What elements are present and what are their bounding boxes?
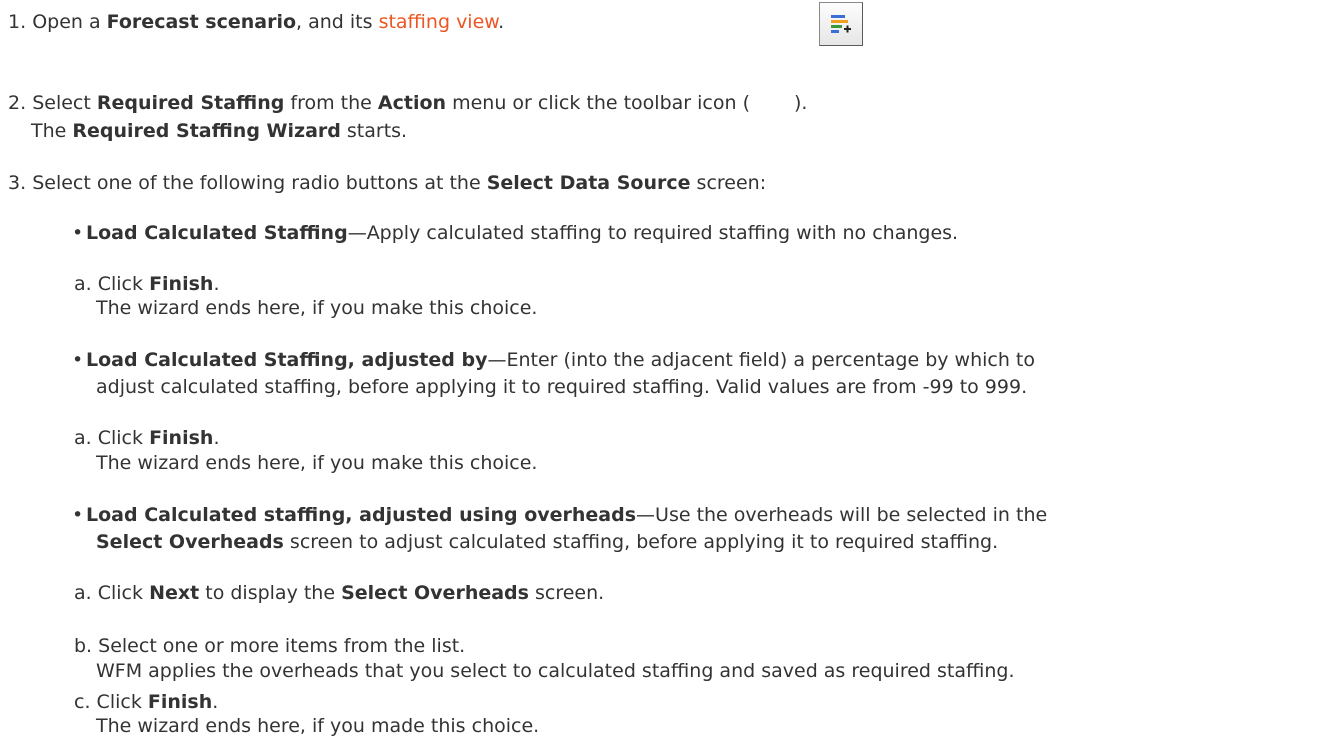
substep-c-result: The wizard ends here, if you made this c… <box>96 714 539 738</box>
bold-term: Select Overheads <box>341 582 529 604</box>
option-text: adjust calculated staffing, before apply… <box>96 376 1028 398</box>
substep-text: The wizard ends here, if you made this c… <box>96 715 540 737</box>
substep-text: WFM applies the overheads that you selec… <box>96 660 1015 682</box>
step-2-result: The Required Staffing Wizard starts. <box>31 119 407 143</box>
substep-text: . <box>213 427 220 449</box>
substep-c: c. Click Finish. <box>74 690 218 714</box>
substep-number: a. <box>74 427 92 449</box>
substep-number: b. <box>74 635 93 657</box>
substep-text: to display the <box>199 582 342 604</box>
step-text: starts. <box>340 120 408 142</box>
option-load-calculated-staffing-overheads: • Load Calculated staffing, adjusted usin… <box>72 503 1047 527</box>
substep-text: The wizard ends here, if you make this c… <box>96 452 538 474</box>
substep-number: a. <box>74 273 92 295</box>
step-number: 2. <box>8 92 27 114</box>
step-1: 1. Open a Forecast scenario, and its sta… <box>8 10 504 34</box>
bold-term: Load Calculated staffing, adjusted using… <box>86 504 637 526</box>
step-3: 3. Select one of the following radio but… <box>8 171 766 195</box>
step-text: . <box>498 11 505 33</box>
substep-number: a. <box>74 582 92 604</box>
step-text: Select one of the following radio button… <box>32 172 487 194</box>
option-text: —Enter (into the adjacent field) a perce… <box>487 349 1036 371</box>
substep-text: Click <box>97 582 150 604</box>
bold-term: Next <box>149 582 200 604</box>
staffing-view-link[interactable]: staffing view <box>379 11 499 33</box>
option-text-continued: adjust calculated staffing, before apply… <box>96 375 1027 399</box>
bold-term: Required Staffing <box>96 92 285 114</box>
step-text: Open a <box>32 11 107 33</box>
bold-term: Required Staffing Wizard <box>72 120 341 142</box>
substep-b: b. Select one or more items from the lis… <box>74 634 465 658</box>
bold-term: Action <box>377 92 447 114</box>
bullet: • <box>72 222 84 244</box>
bold-term: Forecast scenario <box>106 11 297 33</box>
option-load-calculated-staffing: • Load Calculated Staffing—Apply calculat… <box>72 221 958 245</box>
substep-text: The wizard ends here, if you make this c… <box>96 297 538 319</box>
option-text: —Use the overheads will be selected in t… <box>636 504 1048 526</box>
bold-term: Load Calculated Staffing, adjusted by <box>86 349 488 371</box>
substep-text: . <box>213 273 220 295</box>
substep-text: screen. <box>528 582 605 604</box>
substep-text: Click <box>97 427 150 449</box>
step-text: Select <box>32 92 97 114</box>
step-text: The <box>31 120 73 142</box>
step-text: screen: <box>690 172 767 194</box>
bold-term: Load Calculated Staffing <box>86 222 348 244</box>
option-text: —Apply calculated staffing to required s… <box>347 222 959 244</box>
step-number: 3. <box>8 172 27 194</box>
substep-a-result: The wizard ends here, if you make this c… <box>96 451 537 475</box>
option-text-continued: Select Overheads screen to adjust calcul… <box>96 530 998 554</box>
substep-number: c. <box>74 691 91 713</box>
bold-term: Finish <box>149 273 214 295</box>
option-text: screen to adjust calculated staffing, be… <box>283 531 999 553</box>
substep-text: . <box>212 691 219 713</box>
step-text: , and its <box>296 11 379 33</box>
substep-b-result: WFM applies the overheads that you selec… <box>96 659 1015 683</box>
instructions-document: 1. Open a Forecast scenario, and its sta… <box>0 0 1320 744</box>
bold-term: Select Overheads <box>96 531 284 553</box>
substep-text: Select one or more items from the list. <box>98 635 466 657</box>
substep-text: Click <box>97 273 150 295</box>
toolbar-button[interactable] <box>819 2 863 46</box>
substep-a: a. Click Next to display the Select Over… <box>74 581 604 605</box>
step-2: 2. Select Required Staffing from the Act… <box>8 91 807 115</box>
step-number: 1. <box>8 11 27 33</box>
bold-term: Finish <box>147 691 213 713</box>
step-text: menu or click the toolbar icon ( <box>446 92 750 114</box>
bold-term: Finish <box>149 427 214 449</box>
option-load-calculated-staffing-adjusted-by: • Load Calculated Staffing, adjusted by—E… <box>72 348 1035 372</box>
substep-text: Click <box>96 691 148 713</box>
substep-a: a. Click Finish. <box>74 272 219 296</box>
bullet: • <box>72 349 84 371</box>
step-text: ). <box>794 92 808 114</box>
bold-term: Select Data Source <box>486 172 691 194</box>
add-required-staffing-icon <box>831 15 851 33</box>
step-text: from the <box>284 92 378 114</box>
substep-a-result: The wizard ends here, if you make this c… <box>96 296 537 320</box>
bullet: • <box>72 504 84 526</box>
substep-a: a. Click Finish. <box>74 426 219 450</box>
